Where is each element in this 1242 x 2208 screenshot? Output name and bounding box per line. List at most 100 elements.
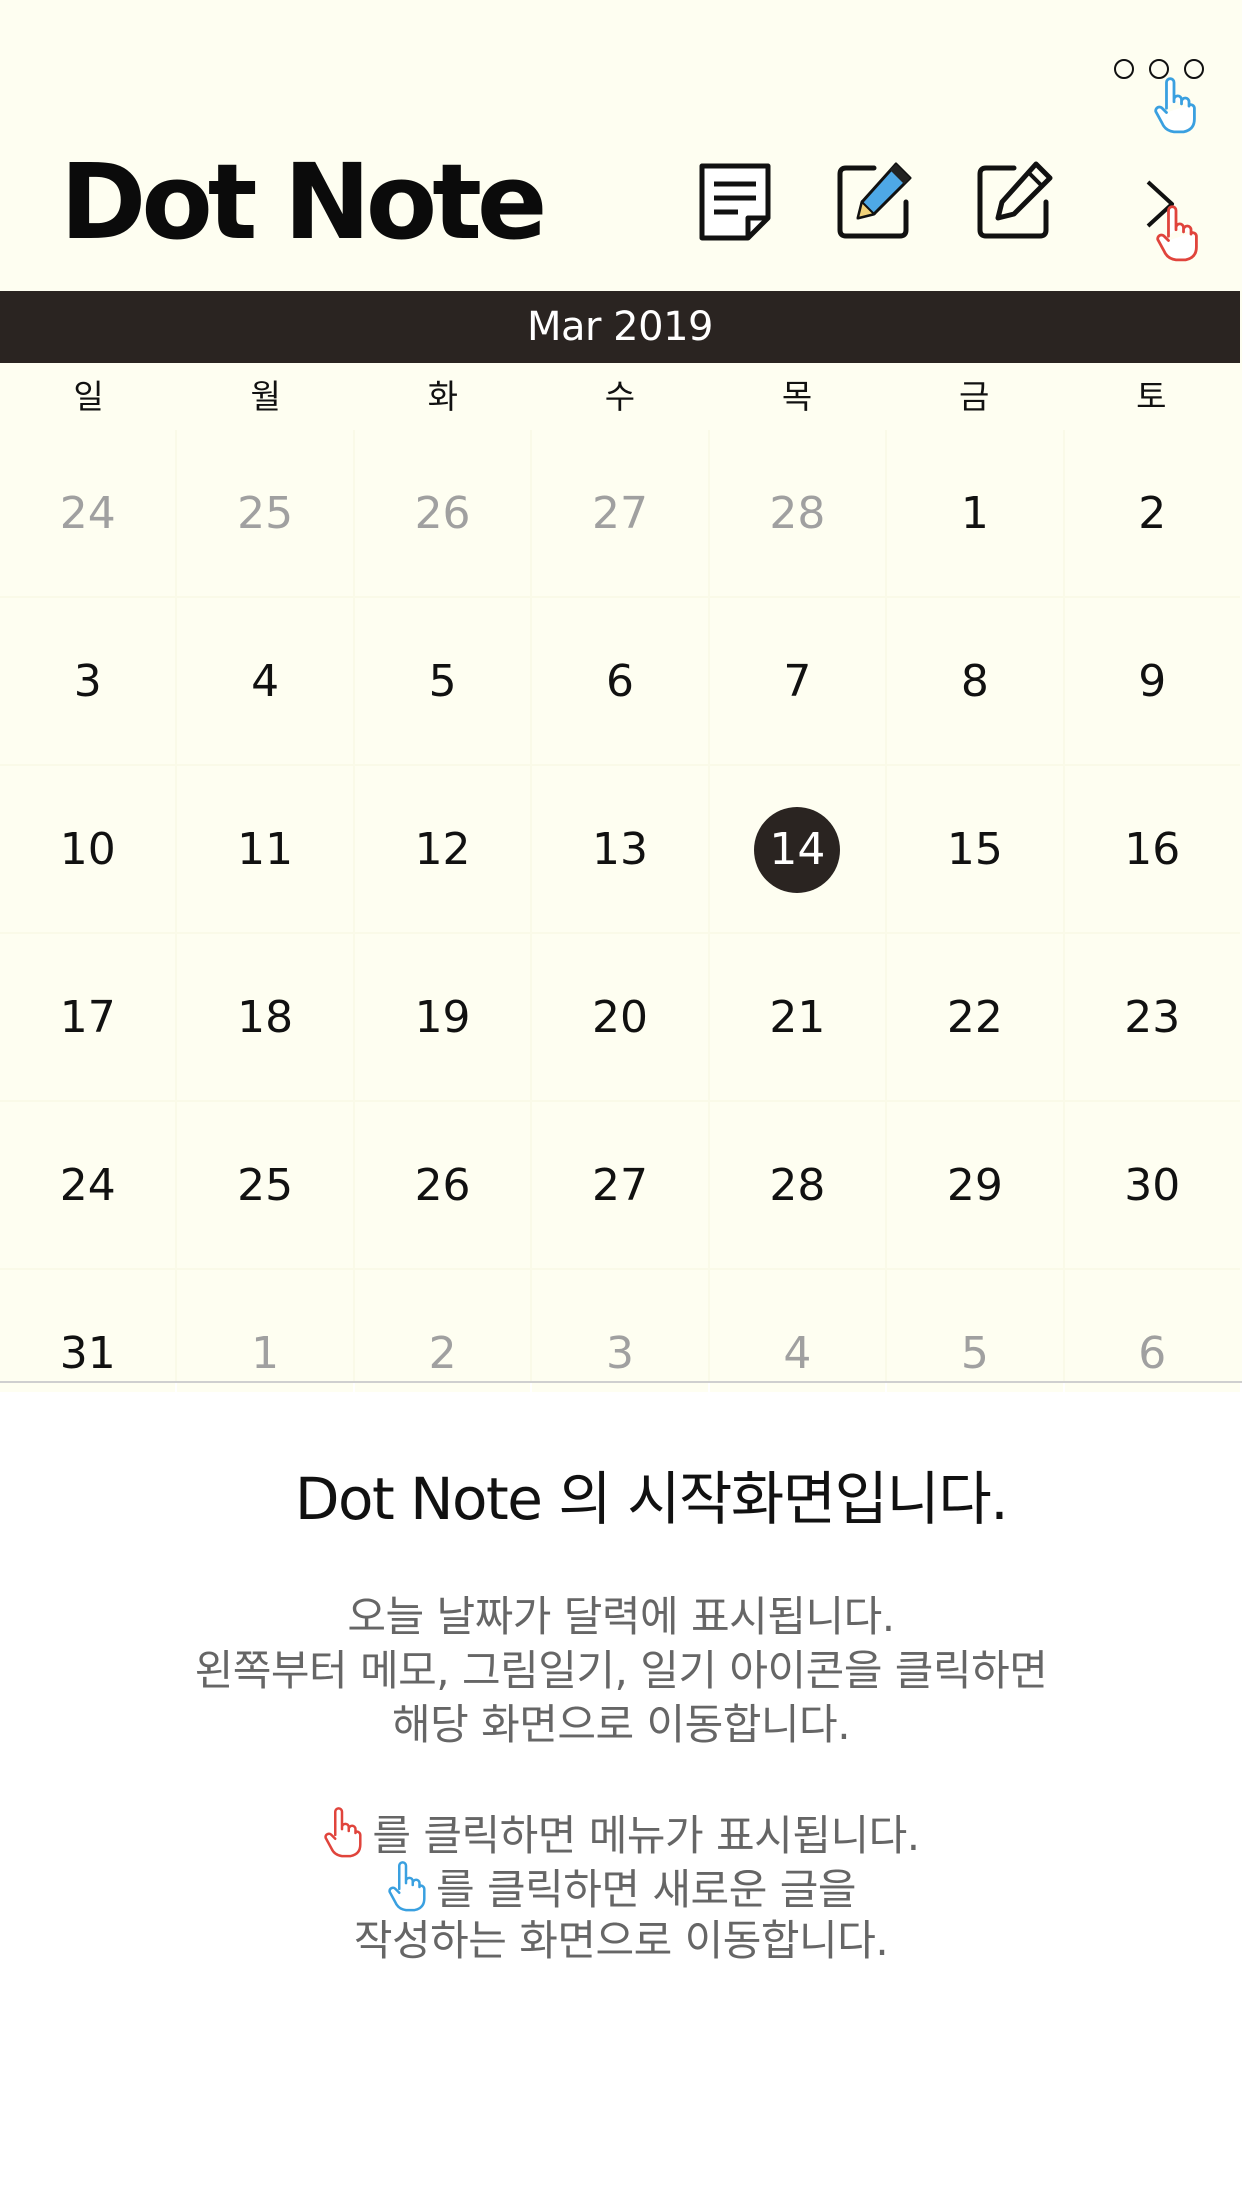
memo-note-icon[interactable] [696,160,774,242]
hand-pointer-blue-icon [1152,76,1196,134]
hand-pointer-red-icon [1154,204,1198,262]
weekday-fri: 금 [959,377,990,416]
day-number: 22 [946,992,1003,1043]
day-number: 9 [1138,656,1167,707]
day-number: 16 [1124,824,1181,875]
calendar-day[interactable]: 2 [354,1270,531,1392]
calendar-day[interactable]: 22 [887,934,1063,1100]
calendar-day[interactable]: 2 [1064,430,1240,596]
day-number: 3 [605,1328,634,1379]
day-number: 26 [414,488,471,539]
calendar-day[interactable]: 16 [1064,766,1240,932]
calendar-day[interactable]: 29 [887,1102,1063,1268]
calendar-day[interactable]: 26 [354,430,531,596]
day-number: 4 [251,656,280,707]
day-number: 10 [59,824,116,875]
day-number: 30 [1124,1160,1181,1211]
day-number: 25 [237,488,294,539]
calendar-day[interactable]: 23 [1064,934,1240,1100]
calendar-day[interactable]: 17 [0,934,176,1100]
calendar-day[interactable]: 1 [177,1270,353,1392]
calendar-day[interactable]: 4 [709,1270,886,1392]
calendar-day[interactable]: 30 [1064,1102,1240,1268]
guide-line: 를 클릭하면 메뉴가 표시됩니다. [372,1811,920,1860]
calendar-day[interactable]: 21 [709,934,886,1100]
calendar-day[interactable]: 8 [887,598,1063,764]
day-number: 26 [414,1160,471,1211]
calendar-day[interactable]: 3 [0,598,176,764]
calendar-day[interactable]: 25 [177,430,353,596]
calendar-screen: Dot Note Mar 2019 일 월 화 수 목 금 토 24 25 26 27… [0,0,1242,1392]
weekday-wed: 수 [604,377,636,416]
guide-heading: Dot Note 의 시작화면입니다. [294,1465,1009,1533]
day-number: 3 [73,656,102,707]
month-label[interactable]: Mar 2019 [0,291,1240,363]
guide-line: 작성하는 화면으로 이동합니다. [353,1916,889,1965]
calendar-day[interactable]: 1 [887,430,1063,596]
day-number: 28 [769,1160,826,1211]
calendar-day[interactable]: 15 [887,766,1063,932]
day-number: 17 [59,992,116,1043]
calendar-day[interactable]: 19 [354,934,531,1100]
day-number: 12 [414,824,471,875]
day-number: 13 [591,824,648,875]
calendar-day[interactable]: 4 [177,598,353,764]
day-number: 6 [605,656,634,707]
calendar-day[interactable]: 6 [532,598,708,764]
day-number: 5 [960,1328,989,1379]
calendar-day[interactable]: 10 [0,766,176,932]
calendar-day[interactable]: 6 [1064,1270,1240,1392]
calendar-day[interactable]: 24 [0,430,176,596]
guide-line: 오늘 날짜가 달력에 표시됩니다. [347,1592,895,1641]
calendar-day-today[interactable]: 14 [709,766,886,932]
calendar-day[interactable]: 28 [709,1102,886,1268]
calendar-day[interactable]: 27 [532,1102,708,1268]
day-number: 5 [428,656,457,707]
day-number: 19 [414,992,471,1043]
calendar-day[interactable]: 24 [0,1102,176,1268]
day-number: 11 [237,824,294,875]
calendar-day[interactable]: 31 [0,1270,176,1392]
calendar-day[interactable]: 18 [177,934,353,1100]
calendar-day[interactable]: 9 [1064,598,1240,764]
calendar-day[interactable]: 12 [354,766,531,932]
day-number: 18 [237,992,294,1043]
calendar-day[interactable]: 7 [709,598,886,764]
weekday-header: 일 월 화 수 목 금 토 [0,368,1240,426]
day-number: 21 [769,992,826,1043]
hand-pointer-blue-icon [386,1860,426,1912]
calendar-day[interactable]: 26 [354,1102,531,1268]
calendar-day[interactable]: 11 [177,766,353,932]
guide-line: 해당 화면으로 이동합니다. [391,1700,851,1749]
weekday-thu: 목 [781,377,813,416]
calendar-day[interactable]: 28 [709,430,886,596]
day-number: 7 [783,656,812,707]
day-number: 24 [59,1160,116,1211]
calendar-day[interactable]: 25 [177,1102,353,1268]
guide-line: 를 클릭하면 새로운 글을 [436,1865,856,1914]
day-number: 27 [591,488,648,539]
drawing-pencil-icon[interactable] [834,156,918,242]
day-number: 29 [946,1160,1003,1211]
weekday-sat: 토 [1136,377,1167,416]
calendar-day[interactable]: 3 [532,1270,708,1392]
calendar-day[interactable]: 5 [354,598,531,764]
divider [0,1381,1242,1383]
day-number: 25 [237,1160,294,1211]
dot [1114,59,1134,79]
calendar-day[interactable]: 13 [532,766,708,932]
weekday-mon: 월 [250,377,281,416]
calendar-day[interactable]: 27 [532,430,708,596]
weekday-tue: 화 [427,377,458,416]
day-number: 27 [591,1160,648,1211]
day-number: 24 [59,488,116,539]
day-number: 31 [59,1328,116,1379]
diary-edit-icon[interactable] [974,156,1058,242]
day-number: 4 [783,1328,812,1379]
app-title: Dot Note [60,141,547,263]
day-number: 1 [251,1328,280,1379]
calendar-day[interactable]: 20 [532,934,708,1100]
weekday-sun: 일 [73,377,104,416]
day-number: 6 [1138,1328,1167,1379]
calendar-day[interactable]: 5 [887,1270,1063,1392]
